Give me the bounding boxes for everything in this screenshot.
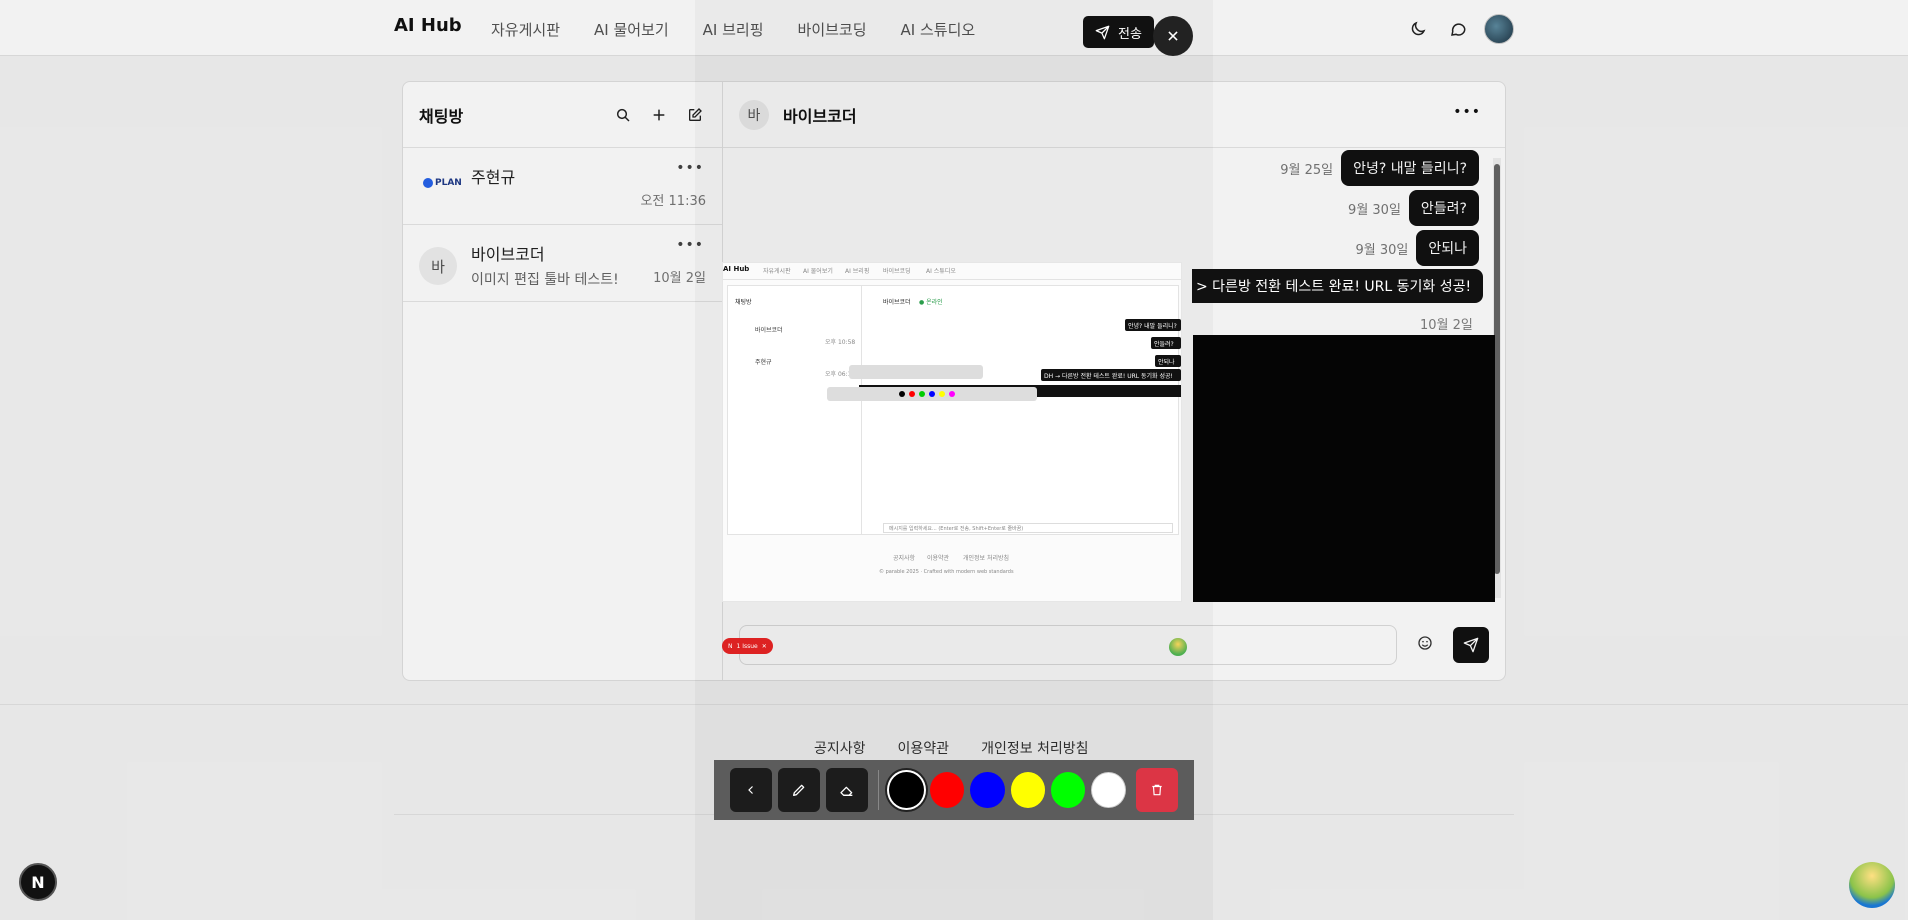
pen-tool-button[interactable] [778,768,821,812]
message-time: 10월 2일 [1420,318,1473,333]
mini-bubble: DH → 다른방 전환 테스트 완료! URL 동기화 성공! [1044,373,1173,380]
trash-icon [1152,784,1162,796]
drawn-black-stroke [1193,335,1495,602]
mini-footer-link: 공지사항 [893,555,916,562]
close-icon[interactable]: ✕ [762,643,767,650]
mini-nav-link: 자유게시판 [763,268,791,275]
chevron-left-icon [748,786,753,794]
drawing-toolbar [714,760,1194,820]
mini-room-name: 바이브코더 [755,327,783,334]
mini-copyright: © parable 2025 · Crafted with modern web… [879,569,1014,575]
eraser-icon [840,786,853,796]
close-icon [1168,31,1178,41]
issue-label: 1 Issue [736,642,758,650]
issue-badge[interactable]: N 1 Issue ✕ [722,638,773,654]
editor-send-button[interactable]: 전송 [1083,16,1154,48]
dev-tools-badge[interactable]: N [19,863,57,901]
eraser-tool-button[interactable] [826,768,869,812]
mini-chat-status: ● 온라인 [919,299,943,306]
back-button[interactable] [730,768,773,812]
color-swatch-blue[interactable] [970,772,1005,808]
mini-bubble: 안되나 [1158,359,1175,366]
mini-bubble: 안녕? 내말 들리니? [1128,323,1177,330]
issue-mark: N [728,642,733,650]
toolbar-divider [878,770,880,810]
mini-nav-link: AI 스튜디오 [926,268,956,275]
color-swatch-yellow[interactable] [1010,772,1045,808]
mini-nav-link: AI 브리핑 [845,268,870,275]
mini-nav-link: AI 물어보기 [803,268,833,275]
mini-footer-link: 개인정보 처리방침 [963,555,1010,562]
clear-drawing-button[interactable] [1135,768,1179,812]
editing-image[interactable]: AI Hub 자유게시판 AI 물어보기 AI 브리핑 바이브코딩 AI 스튜디… [722,262,1182,602]
mini-chat-title: 바이브코더 [883,299,911,306]
mini-room-name: 주현규 [755,359,772,366]
color-swatch-white[interactable] [1091,772,1126,808]
message-bubble: > 다른방 전환 테스트 완료! URL 동기화 성공! [1192,269,1484,303]
send-icon [1095,25,1110,39]
mini-nav-link: 바이브코딩 [883,268,911,275]
color-swatch-red[interactable] [929,772,965,808]
floating-assistant-button[interactable] [1849,862,1895,908]
color-swatch-black[interactable] [889,772,924,808]
mini-input-hint: 메시지를 입력하세요... (Enter로 전송, Shift+Enter로 줄… [889,526,1024,532]
mini-room-time: 오후 10:58 [825,339,856,346]
mini-sidebar-title: 채팅방 [735,299,752,306]
image-editor-overlay: 전송 AI Hub 자유게시판 AI 물어보기 AI 브리핑 바이브코딩 AI … [0,0,1908,920]
editor-close-button[interactable] [1153,16,1193,56]
mini-bubble: 안들려? [1154,341,1174,348]
mini-footer-link: 이용약관 [927,555,950,562]
editor-send-label: 전송 [1118,26,1142,42]
color-swatch-green[interactable] [1050,772,1086,808]
floating-assistant-icon[interactable] [1169,638,1187,656]
mini-brand: AI Hub [723,265,750,273]
pencil-icon [793,784,805,796]
